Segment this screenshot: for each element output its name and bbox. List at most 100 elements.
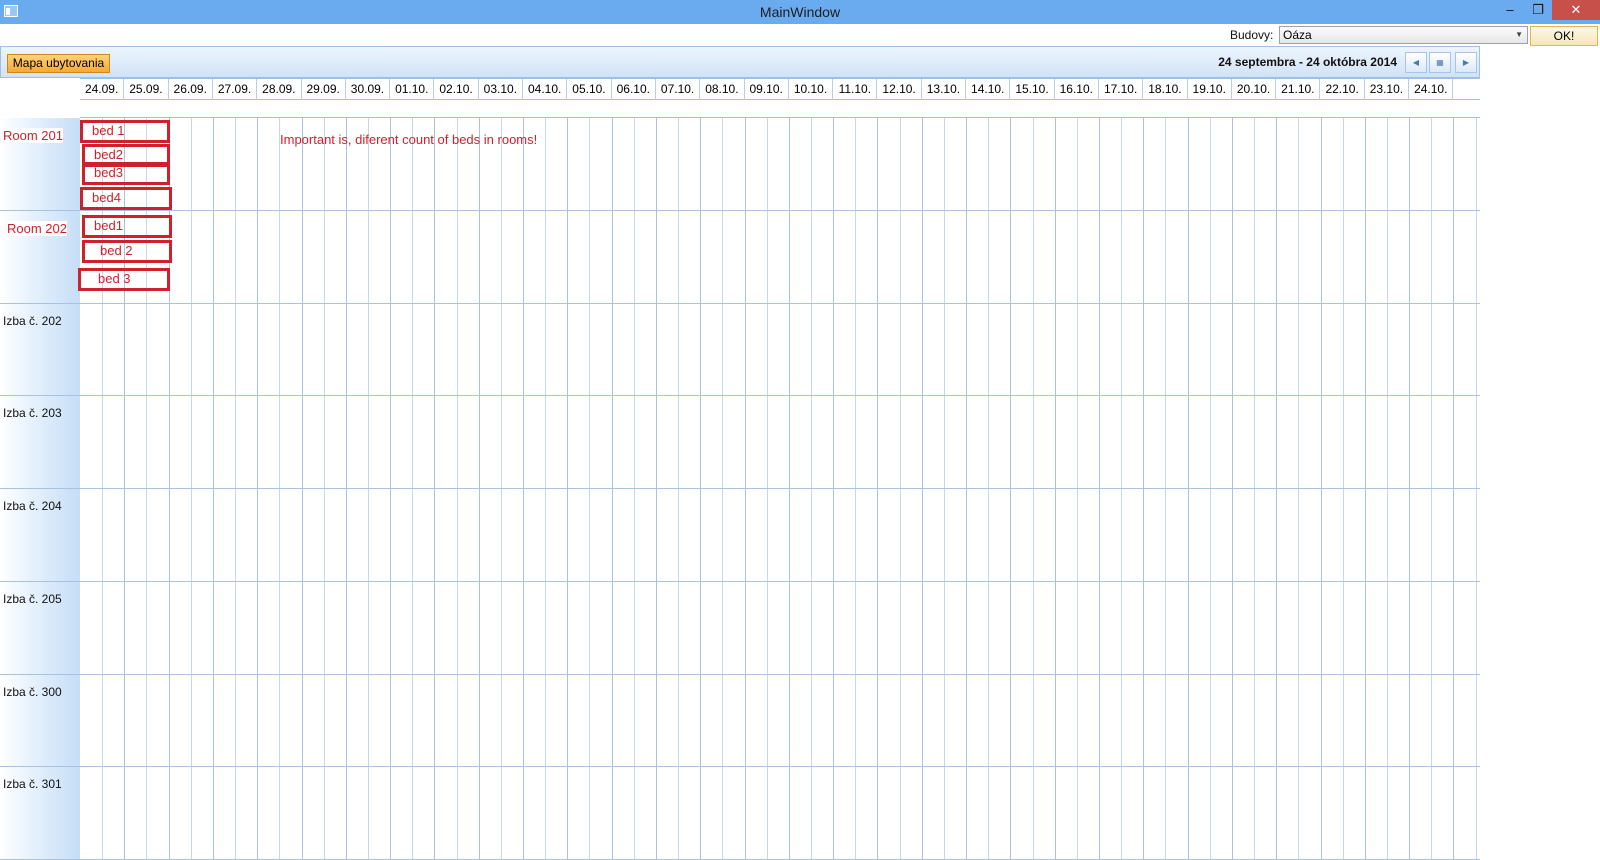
grid-column-line (1231, 118, 1233, 860)
day-header-cell: 08.10. (700, 79, 745, 100)
grid-column-line (633, 118, 635, 860)
day-header-cell: 30.09. (346, 79, 391, 100)
grid-row-line (80, 395, 1480, 397)
grid-column-line (877, 118, 879, 860)
grid-column-line (833, 118, 835, 860)
annotation-note: Important is, diferent count of beds in … (280, 132, 538, 147)
scheduler-header: Mapa ubytovania 24 septembra - 24 októbr… (0, 46, 1480, 78)
chevron-left-icon: ◀ (1412, 58, 1420, 67)
grid-column-line (1076, 118, 1078, 860)
restore-button[interactable]: ❐ (1523, 0, 1553, 20)
grid-column-line (1054, 118, 1056, 860)
day-header-cell: 06.10. (612, 79, 656, 100)
bed-box: bed 3 (78, 268, 170, 291)
grid-column-line (390, 118, 392, 860)
minimize-button[interactable]: – (1495, 0, 1525, 20)
grid-column-line (766, 118, 768, 860)
day-header-cell: 12.10. (877, 79, 922, 100)
grid-column-line (1298, 118, 1300, 860)
bed-box: bed4 (80, 187, 172, 210)
room-row-header[interactable]: Izba č. 203 (0, 396, 80, 489)
grid-column-line (412, 118, 414, 860)
day-header-cell: 29.09. (302, 79, 346, 100)
grid-column-line (1165, 118, 1167, 860)
grid-column-line (345, 118, 347, 860)
room-label: Izba č. 205 (3, 591, 62, 606)
bed-label: bed 1 (92, 123, 125, 138)
grid-column-line (899, 118, 901, 860)
building-dropdown[interactable]: Oáza ▼ (1279, 26, 1528, 44)
chevron-right-icon: ▶ (1462, 58, 1470, 67)
grid-column-line (655, 118, 657, 860)
day-header-cell: 09.10. (745, 79, 789, 100)
room-row-header[interactable]: Izba č. 300 (0, 674, 80, 768)
grid-column-line (589, 118, 591, 860)
grid-column-line (811, 118, 812, 860)
room-label: Room 202 (7, 220, 67, 236)
booking-grid[interactable] (80, 118, 1480, 860)
grid-column-line (1209, 118, 1211, 860)
day-header-cell: 26.09. (169, 79, 213, 100)
day-header-cell: 15.10. (1010, 79, 1055, 100)
day-header-cell: 22.10. (1321, 79, 1365, 100)
grid-row-line (80, 580, 1480, 582)
grid-column-line (1276, 118, 1278, 860)
room-row-header[interactable]: Izba č. 205 (0, 581, 80, 675)
bed-label: bed 2 (100, 243, 133, 258)
ok-button[interactable]: OK! (1530, 26, 1598, 46)
day-header-cell: 17.10. (1099, 79, 1144, 100)
grid-column-line (1098, 118, 1100, 860)
day-header-cell: 10.10. (789, 79, 834, 100)
grid-column-line (678, 118, 680, 860)
grid-column-line (921, 118, 923, 860)
calendar-icon: ▦ (1436, 58, 1444, 67)
day-header-cell: 19.10. (1188, 79, 1232, 100)
grid-column-line (744, 118, 746, 860)
room-row-header[interactable]: Izba č. 202 (0, 303, 80, 397)
grid-column-line (966, 118, 968, 860)
grid-column-line (190, 118, 192, 860)
grid-column-line (323, 118, 325, 860)
room-label: Room 201 (3, 128, 63, 143)
grid-column-line (943, 118, 945, 860)
grid-column-line (235, 118, 237, 860)
day-subheader-row (80, 100, 1480, 118)
grid-column-line (1254, 118, 1256, 860)
day-header-cell: 24.10. (1409, 79, 1454, 100)
grid-column-line (611, 118, 613, 860)
building-dropdown-value: Oáza (1283, 28, 1312, 42)
day-header-cell: 16.10. (1055, 79, 1099, 100)
close-button[interactable]: ✕ (1552, 0, 1600, 20)
day-header-cell: 27.09. (213, 79, 258, 100)
grid-column-line (478, 118, 480, 860)
room-label: Izba č. 202 (3, 313, 62, 328)
day-header-cell: 23.10. (1365, 79, 1410, 100)
grid-column-line (567, 118, 569, 860)
grid-column-line (1320, 118, 1322, 860)
grid-column-line (722, 118, 724, 860)
top-toolbar: Budovy: Oáza ▼ OK! (0, 24, 1600, 46)
grid-column-line (500, 118, 502, 860)
grid-row-line (80, 488, 1480, 489)
room-row-header[interactable]: Izba č. 301 (0, 767, 80, 860)
accommodation-map-button[interactable]: Mapa ubytovania (7, 54, 110, 73)
room-row-header[interactable]: Izba č. 204 (0, 489, 80, 582)
grid-column-line (1010, 118, 1012, 860)
previous-period-button[interactable]: ◀ (1405, 52, 1427, 73)
day-header-cell: 05.10. (567, 79, 612, 100)
grid-column-line (1143, 118, 1145, 860)
day-header-cell: 25.09. (124, 79, 169, 100)
grid-row-line (80, 766, 1480, 768)
grid-row-line (80, 673, 1480, 675)
room-row-header[interactable]: Room 201 (0, 118, 80, 211)
day-header-cell: 28.09. (257, 79, 302, 100)
next-period-button[interactable]: ▶ (1455, 52, 1477, 73)
day-header-cell: 13.10. (922, 79, 967, 100)
grid-column-line (700, 118, 702, 860)
grid-column-line (1475, 118, 1477, 860)
calendar-button[interactable]: ▦ (1429, 52, 1451, 73)
grid-column-line (788, 118, 790, 860)
room-row-header[interactable]: Room 202 (0, 210, 80, 304)
day-header-cell: 11.10. (833, 79, 878, 100)
grid-column-line (212, 118, 214, 860)
